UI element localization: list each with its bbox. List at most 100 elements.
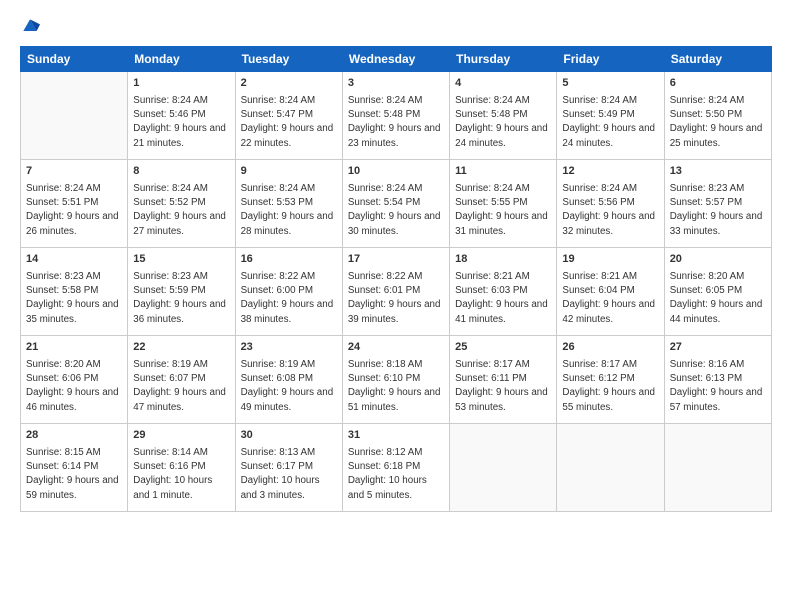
day-info: Sunrise: 8:16 AMSunset: 6:13 PMDaylight:… [670, 358, 766, 415]
calendar-table: SundayMondayTuesdayWednesdayThursdayFrid… [20, 46, 772, 512]
calendar-cell: 9 Sunrise: 8:24 AMSunset: 5:53 PMDaylight… [235, 160, 342, 248]
day-info: Sunrise: 8:24 AMSunset: 5:50 PMDaylight:… [670, 94, 766, 151]
day-number: 10 [348, 164, 444, 180]
calendar-cell: 1 Sunrise: 8:24 AMSunset: 5:46 PMDaylight… [128, 72, 235, 160]
day-number: 7 [26, 164, 122, 180]
day-info: Sunrise: 8:24 AMSunset: 5:56 PMDaylight:… [562, 182, 658, 239]
day-info: Sunrise: 8:13 AMSunset: 6:17 PMDaylight:… [241, 446, 337, 503]
day-number: 5 [562, 76, 658, 92]
day-info: Sunrise: 8:18 AMSunset: 6:10 PMDaylight:… [348, 358, 444, 415]
calendar-cell: 4 Sunrise: 8:24 AMSunset: 5:48 PMDaylight… [450, 72, 557, 160]
day-info: Sunrise: 8:24 AMSunset: 5:52 PMDaylight:… [133, 182, 229, 239]
day-info: Sunrise: 8:24 AMSunset: 5:49 PMDaylight:… [562, 94, 658, 151]
day-number: 22 [133, 340, 229, 356]
calendar-cell: 28 Sunrise: 8:15 AMSunset: 6:14 PMDayligh… [21, 424, 128, 512]
weekday-header-sunday: Sunday [21, 47, 128, 72]
day-info: Sunrise: 8:21 AMSunset: 6:03 PMDaylight:… [455, 270, 551, 327]
day-info: Sunrise: 8:23 AMSunset: 5:59 PMDaylight:… [133, 270, 229, 327]
day-info: Sunrise: 8:24 AMSunset: 5:53 PMDaylight:… [241, 182, 337, 239]
calendar-cell: 10 Sunrise: 8:24 AMSunset: 5:54 PMDayligh… [342, 160, 449, 248]
calendar-cell: 30 Sunrise: 8:13 AMSunset: 6:17 PMDayligh… [235, 424, 342, 512]
calendar-cell: 17Sunrise: 8:22 AMSunset: 6:01 PMDayligh… [342, 248, 449, 336]
calendar-cell: 25 Sunrise: 8:17 AMSunset: 6:11 PMDayligh… [450, 336, 557, 424]
day-number: 9 [241, 164, 337, 180]
page: SundayMondayTuesdayWednesdayThursdayFrid… [0, 0, 792, 612]
calendar-cell: 8 Sunrise: 8:24 AMSunset: 5:52 PMDaylight… [128, 160, 235, 248]
day-info: Sunrise: 8:24 AMSunset: 5:47 PMDaylight:… [241, 94, 337, 151]
weekday-header-saturday: Saturday [664, 47, 771, 72]
day-number: 8 [133, 164, 229, 180]
day-info: Sunrise: 8:14 AMSunset: 6:16 PMDaylight:… [133, 446, 229, 503]
day-number: 23 [241, 340, 337, 356]
calendar-cell: 26 Sunrise: 8:17 AMSunset: 6:12 PMDayligh… [557, 336, 664, 424]
day-number: 30 [241, 428, 337, 444]
calendar-cell: 13 Sunrise: 8:23 AMSunset: 5:57 PMDayligh… [664, 160, 771, 248]
day-info: Sunrise: 8:19 AMSunset: 6:07 PMDaylight:… [133, 358, 229, 415]
calendar-cell: 23Sunrise: 8:19 AMSunset: 6:08 PMDayligh… [235, 336, 342, 424]
day-info: Sunrise: 8:23 AMSunset: 5:57 PMDaylight:… [670, 182, 766, 239]
day-number: 21 [26, 340, 122, 356]
day-info: Sunrise: 8:20 AMSunset: 6:06 PMDaylight:… [26, 358, 122, 415]
day-number: 17 [348, 252, 444, 268]
weekday-header-row: SundayMondayTuesdayWednesdayThursdayFrid… [21, 47, 772, 72]
day-number: 3 [348, 76, 444, 92]
weekday-header-tuesday: Tuesday [235, 47, 342, 72]
calendar-cell: 22 Sunrise: 8:19 AMSunset: 6:07 PMDayligh… [128, 336, 235, 424]
logo [20, 16, 44, 36]
calendar-cell: 20 Sunrise: 8:20 AMSunset: 6:05 PMDayligh… [664, 248, 771, 336]
day-info: Sunrise: 8:17 AMSunset: 6:12 PMDaylight:… [562, 358, 658, 415]
logo-icon [20, 16, 40, 36]
day-number: 28 [26, 428, 122, 444]
weekday-header-monday: Monday [128, 47, 235, 72]
day-info: Sunrise: 8:24 AMSunset: 5:46 PMDaylight:… [133, 94, 229, 151]
week-row-1: 1 Sunrise: 8:24 AMSunset: 5:46 PMDaylight… [21, 72, 772, 160]
day-info: Sunrise: 8:17 AMSunset: 6:11 PMDaylight:… [455, 358, 551, 415]
calendar-cell: 6Sunrise: 8:24 AMSunset: 5:50 PMDaylight… [664, 72, 771, 160]
day-number: 24 [348, 340, 444, 356]
calendar-cell: 2 Sunrise: 8:24 AMSunset: 5:47 PMDaylight… [235, 72, 342, 160]
calendar-cell [450, 424, 557, 512]
day-number: 1 [133, 76, 229, 92]
day-number: 13 [670, 164, 766, 180]
day-number: 15 [133, 252, 229, 268]
calendar-cell: 15 Sunrise: 8:23 AMSunset: 5:59 PMDayligh… [128, 248, 235, 336]
day-number: 4 [455, 76, 551, 92]
day-number: 26 [562, 340, 658, 356]
day-info: Sunrise: 8:21 AMSunset: 6:04 PMDaylight:… [562, 270, 658, 327]
day-info: Sunrise: 8:15 AMSunset: 6:14 PMDaylight:… [26, 446, 122, 503]
day-number: 2 [241, 76, 337, 92]
header [20, 16, 772, 36]
calendar-cell: 16 Sunrise: 8:22 AMSunset: 6:00 PMDayligh… [235, 248, 342, 336]
calendar-cell: 24 Sunrise: 8:18 AMSunset: 6:10 PMDayligh… [342, 336, 449, 424]
calendar-cell: 7 Sunrise: 8:24 AMSunset: 5:51 PMDaylight… [21, 160, 128, 248]
calendar-cell: 31 Sunrise: 8:12 AMSunset: 6:18 PMDayligh… [342, 424, 449, 512]
day-number: 19 [562, 252, 658, 268]
day-number: 11 [455, 164, 551, 180]
day-number: 27 [670, 340, 766, 356]
day-info: Sunrise: 8:24 AMSunset: 5:48 PMDaylight:… [455, 94, 551, 151]
day-number: 12 [562, 164, 658, 180]
calendar-cell: 12 Sunrise: 8:24 AMSunset: 5:56 PMDayligh… [557, 160, 664, 248]
day-info: Sunrise: 8:20 AMSunset: 6:05 PMDaylight:… [670, 270, 766, 327]
day-info: Sunrise: 8:24 AMSunset: 5:51 PMDaylight:… [26, 182, 122, 239]
calendar-cell: 27 Sunrise: 8:16 AMSunset: 6:13 PMDayligh… [664, 336, 771, 424]
day-info: Sunrise: 8:24 AMSunset: 5:54 PMDaylight:… [348, 182, 444, 239]
day-number: 31 [348, 428, 444, 444]
calendar-cell: 14Sunrise: 8:23 AMSunset: 5:58 PMDayligh… [21, 248, 128, 336]
calendar-cell: 18Sunrise: 8:21 AMSunset: 6:03 PMDayligh… [450, 248, 557, 336]
calendar-cell: 11Sunrise: 8:24 AMSunset: 5:55 PMDayligh… [450, 160, 557, 248]
day-number: 16 [241, 252, 337, 268]
day-info: Sunrise: 8:22 AMSunset: 6:00 PMDaylight:… [241, 270, 337, 327]
day-number: 25 [455, 340, 551, 356]
day-info: Sunrise: 8:12 AMSunset: 6:18 PMDaylight:… [348, 446, 444, 503]
calendar-cell: 19 Sunrise: 8:21 AMSunset: 6:04 PMDayligh… [557, 248, 664, 336]
week-row-4: 21 Sunrise: 8:20 AMSunset: 6:06 PMDayligh… [21, 336, 772, 424]
day-info: Sunrise: 8:24 AMSunset: 5:48 PMDaylight:… [348, 94, 444, 151]
week-row-5: 28 Sunrise: 8:15 AMSunset: 6:14 PMDayligh… [21, 424, 772, 512]
day-number: 20 [670, 252, 766, 268]
calendar-cell: 5 Sunrise: 8:24 AMSunset: 5:49 PMDaylight… [557, 72, 664, 160]
weekday-header-friday: Friday [557, 47, 664, 72]
week-row-3: 14Sunrise: 8:23 AMSunset: 5:58 PMDayligh… [21, 248, 772, 336]
calendar-cell: 3 Sunrise: 8:24 AMSunset: 5:48 PMDaylight… [342, 72, 449, 160]
week-row-2: 7 Sunrise: 8:24 AMSunset: 5:51 PMDaylight… [21, 160, 772, 248]
